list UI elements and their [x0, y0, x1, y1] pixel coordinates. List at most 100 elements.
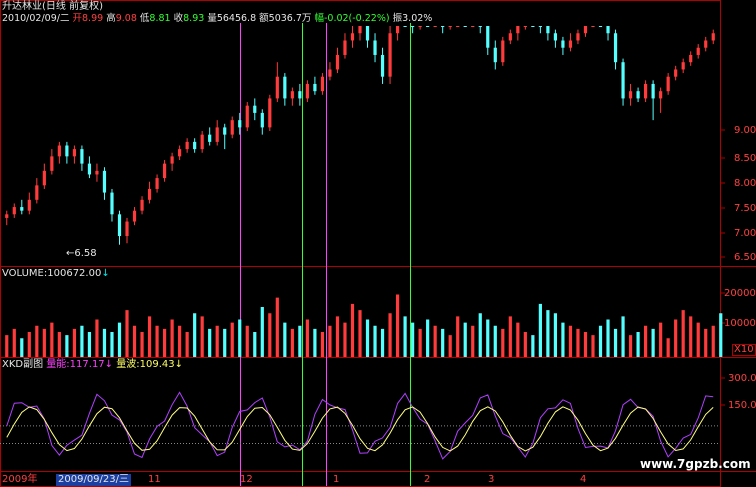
candle-body [568, 40, 573, 48]
amt-value: 5036.7万 [268, 13, 312, 24]
volume-bar [140, 332, 144, 357]
candle-body [456, 26, 460, 27]
candle-body [57, 145, 61, 157]
candle-body [298, 91, 302, 99]
volume-bar [478, 313, 482, 357]
volume-bar [5, 335, 9, 357]
volume-bar [57, 332, 61, 357]
volume-bar [260, 307, 264, 357]
volume-bar [689, 316, 693, 357]
xaxis-label: 1 [333, 474, 340, 485]
volume-bar [403, 316, 407, 357]
candle-body [711, 33, 715, 41]
candle-body [260, 112, 264, 128]
candle-body [531, 26, 535, 27]
candle-body [666, 76, 670, 92]
volume-bar [147, 316, 152, 357]
volume-title-text: VOLUME:100672.00 [2, 268, 102, 279]
candle-body [704, 40, 708, 48]
candle-body [418, 26, 422, 27]
xaxis-label: 4 [580, 474, 587, 485]
candle-body [283, 76, 287, 99]
volume-bar [621, 316, 625, 357]
candle-body [50, 156, 54, 171]
volume-bar [538, 303, 542, 357]
volume-bar [65, 335, 69, 357]
candle-body [696, 47, 700, 55]
low-label: 低 [139, 13, 150, 24]
candle-body [508, 33, 512, 41]
price-tick: 7.00 [734, 228, 756, 239]
candle-body [433, 26, 437, 27]
candle-body [268, 98, 272, 128]
indicator-name: XKD副图 [2, 359, 44, 370]
candle-body [426, 26, 430, 27]
line2-label: 量波: [116, 359, 140, 370]
candle-body [125, 221, 129, 237]
volume-bar [568, 325, 573, 357]
volume-bar [486, 319, 490, 357]
volume-bar [245, 325, 249, 357]
volume-bar [12, 328, 16, 357]
candle-body [27, 199, 31, 211]
chart-frame [0, 0, 721, 487]
volume-bar [283, 322, 287, 357]
volume-bar [531, 335, 535, 357]
volume-bar [185, 332, 189, 357]
volume-bar [275, 297, 279, 357]
volume-bar [613, 328, 618, 357]
candle-body [388, 33, 392, 77]
indicator-title: XKD副图 量能:117.17↓ 量波:109.43↓ [2, 359, 183, 371]
volume-bar [87, 332, 92, 357]
volume-bar [606, 319, 610, 357]
candle-body [576, 33, 580, 41]
indicator-tick: 300.0 [728, 373, 756, 384]
candle-body [471, 26, 475, 27]
open-value: 8.99 [82, 13, 104, 24]
volume-bar [335, 316, 340, 357]
candle-body [117, 214, 122, 237]
candle-body [403, 26, 407, 27]
vol-label: 量 [207, 13, 217, 24]
candle-body [523, 26, 527, 27]
indicator-line-2 [6, 406, 714, 452]
volume-bar [448, 335, 452, 357]
volume-bar [576, 328, 580, 357]
low-value: 8.81 [149, 13, 171, 24]
candle-body [20, 207, 24, 211]
candle-body [65, 145, 69, 157]
candle-body [155, 178, 159, 189]
volume-bar [493, 325, 497, 357]
volume-bar [380, 328, 385, 357]
candle-body [373, 40, 377, 55]
volume-bar [80, 325, 84, 357]
volume-bar [162, 328, 167, 357]
line2-arrow-icon: ↓ [174, 359, 184, 370]
xaxis-label: 3 [488, 474, 495, 485]
volume-bar [426, 319, 430, 357]
candle-body [598, 26, 603, 27]
volume-bar [644, 325, 648, 357]
watermark: www.7gpzb.com [640, 457, 751, 471]
candle-body [170, 156, 174, 164]
volume-bar [358, 310, 362, 357]
amp-label: 振 [392, 13, 403, 24]
xaxis-label: 11 [148, 474, 161, 485]
candle-body [223, 127, 227, 135]
volume-tick: 10000 [724, 318, 756, 329]
candle-body [448, 26, 452, 27]
volume-bar [696, 322, 700, 357]
candle-body [193, 141, 197, 150]
candle-body [636, 91, 640, 99]
price-tick: 7.50 [734, 203, 756, 214]
volume-bar [388, 313, 392, 357]
candle-body [87, 163, 92, 175]
candle-body [486, 26, 490, 48]
candle-body [275, 76, 279, 99]
line1-value: 117.17 [69, 359, 105, 370]
volume-bar [117, 322, 122, 357]
volume-tick: 20000 [724, 288, 756, 299]
candle-body [238, 120, 242, 128]
indicator-tick: 150.0 [728, 400, 756, 411]
volume-bar [704, 328, 708, 357]
